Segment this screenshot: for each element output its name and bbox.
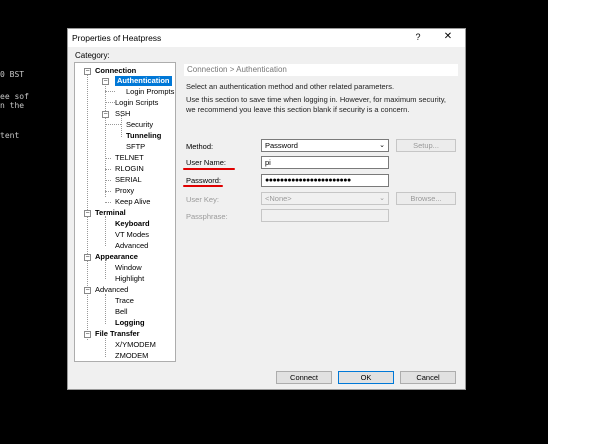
panel-description: Select an authentication method and othe… [186, 82, 395, 91]
tree-item-appearance[interactable]: Appearance [95, 252, 138, 262]
password-label: Password: [186, 176, 222, 185]
setup-button[interactable]: Setup... [396, 139, 456, 152]
tree-item-terminal-advanced[interactable]: Advanced [115, 241, 148, 251]
tree-line [105, 158, 111, 159]
red-annotation-underline [183, 185, 223, 187]
category-tree[interactable]: − Connection − Authentication Login Prom… [74, 62, 176, 362]
panel-description: we recommend you leave this section blan… [186, 105, 410, 114]
properties-dialog: Properties of Heatpress ? ✕ Category: − … [67, 28, 466, 390]
tree-item-login-scripts[interactable]: Login Scripts [115, 98, 158, 108]
terminal-line: ee sof [0, 92, 29, 101]
tree-item-telnet[interactable]: TELNET [115, 153, 144, 163]
userkey-value: <None> [265, 194, 292, 203]
collapse-icon[interactable]: − [84, 254, 91, 261]
panel-description: Use this section to save time when loggi… [186, 95, 446, 104]
collapse-icon[interactable]: − [84, 210, 91, 217]
tree-item-xymodem[interactable]: X/YMODEM [115, 340, 156, 350]
dialog-titlebar[interactable]: Properties of Heatpress ? ✕ [68, 29, 465, 47]
collapse-icon[interactable]: − [102, 111, 109, 118]
dialog-title: Properties of Heatpress [72, 33, 162, 43]
tree-item-zmodem[interactable]: ZMODEM [115, 351, 148, 361]
username-input[interactable]: pi [261, 156, 389, 169]
terminal-line: 0 BST [0, 70, 25, 79]
collapse-icon[interactable]: − [84, 331, 91, 338]
tree-line [105, 338, 106, 357]
passphrase-label: Passphrase: [186, 212, 228, 221]
tree-item-terminal[interactable]: Terminal [95, 208, 126, 218]
method-value: Password [265, 141, 298, 150]
tree-item-file-transfer[interactable]: File Transfer [95, 329, 140, 339]
tree-item-trace[interactable]: Trace [115, 296, 134, 306]
password-input[interactable]: ●●●●●●●●●●●●●●●●●●●●●●● [261, 174, 389, 187]
connect-button[interactable]: Connect [276, 371, 332, 384]
tree-line [87, 72, 88, 212]
tree-item-window[interactable]: Window [115, 263, 142, 273]
tree-item-vt-modes[interactable]: VT Modes [115, 230, 149, 240]
chevron-down-icon: ⌄ [379, 142, 385, 149]
tree-line [105, 191, 111, 192]
help-icon[interactable]: ? [411, 30, 425, 44]
panel-header: Connection > Authentication [184, 64, 458, 76]
tree-item-tunneling[interactable]: Tunneling [126, 131, 161, 141]
tree-item-serial[interactable]: SERIAL [115, 175, 142, 185]
tree-item-bell[interactable]: Bell [115, 307, 128, 317]
tree-line [105, 180, 111, 181]
tree-item-proxy[interactable]: Proxy [115, 186, 134, 196]
tree-item-rlogin[interactable]: RLOGIN [115, 164, 144, 174]
terminal-line: tent [0, 131, 20, 140]
category-label: Category: [75, 51, 110, 60]
tree-item-sftp[interactable]: SFTP [126, 142, 145, 152]
tree-item-highlight[interactable]: Highlight [115, 274, 144, 284]
method-select[interactable]: Password ⌄ [261, 139, 389, 152]
tree-line [105, 202, 111, 203]
tree-line [105, 124, 121, 125]
tree-item-security[interactable]: Security [126, 120, 153, 130]
ok-button[interactable]: OK [338, 371, 394, 384]
right-background-panel [548, 0, 592, 444]
tree-line [105, 294, 106, 324]
collapse-icon[interactable]: − [102, 78, 109, 85]
red-annotation-underline [183, 168, 235, 170]
tree-item-login-prompts[interactable]: Login Prompts [126, 87, 174, 97]
tree-line [105, 216, 106, 246]
username-label: User Name: [186, 158, 227, 167]
tree-item-keep-alive[interactable]: Keep Alive [115, 197, 150, 207]
tree-line [87, 215, 88, 340]
collapse-icon[interactable]: − [84, 68, 91, 75]
userkey-select[interactable]: <None> ⌄ [261, 192, 389, 205]
tree-line [105, 260, 106, 279]
tree-line [105, 102, 115, 103]
collapse-icon[interactable]: − [84, 287, 91, 294]
tree-item-keyboard[interactable]: Keyboard [115, 219, 150, 229]
tree-item-logging[interactable]: Logging [115, 318, 145, 328]
tree-item-connection[interactable]: Connection [95, 66, 136, 76]
tree-item-authentication[interactable]: Authentication [115, 76, 172, 86]
terminal-line: n the [0, 101, 25, 110]
close-icon[interactable]: ✕ [441, 30, 455, 44]
tree-item-ssh[interactable]: SSH [115, 109, 130, 119]
tree-item-advanced[interactable]: Advanced [95, 285, 128, 295]
passphrase-input[interactable] [261, 209, 389, 222]
browse-button[interactable]: Browse... [396, 192, 456, 205]
cancel-button[interactable]: Cancel [400, 371, 456, 384]
tree-line [105, 169, 111, 170]
chevron-down-icon: ⌄ [379, 195, 385, 202]
userkey-label: User Key: [186, 195, 219, 204]
method-label: Method: [186, 142, 214, 151]
tree-line [105, 91, 115, 92]
